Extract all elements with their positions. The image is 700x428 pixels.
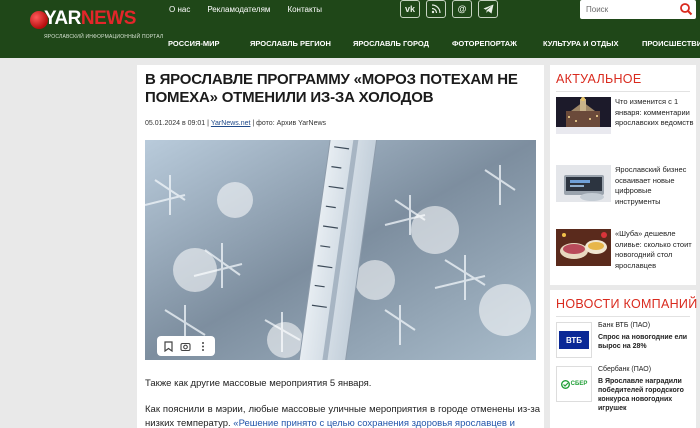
search-icon[interactable] [679,2,693,16]
sber-logo: СБЕР [556,366,592,402]
divider [556,316,690,317]
social-links: vk @ [400,0,498,18]
site-header: YARNEWS ЯРОСЛАВСКИЙ ИНФОРМАЦИОННЫЙ ПОРТА… [0,0,700,58]
news-thumbnail [556,97,611,134]
article-date: 05.01.2024 в 09:01 [145,120,206,127]
article-paragraph-2: Как пояснили в мэрии, любые массовые ули… [145,404,540,428]
news-headline: Ярославский бизнес осваивает новые цифро… [615,165,687,206]
vtb-logo: ВТБ [556,322,592,358]
top-links: О нас Рекламодателям Контакты [169,5,322,14]
nav-photo-report[interactable]: ФОТОРЕПОРТАЖ [452,39,517,48]
frost-thermometer-image [145,140,536,360]
news-headline: Что изменится с 1 января: комментарии яр… [615,97,694,127]
nav-yaroslavl-region[interactable]: ЯРОСЛАВЛЬ РЕГИОН [250,39,331,48]
rss-icon[interactable] [426,0,446,18]
top-link-contacts[interactable]: Контакты [287,5,322,14]
article-title: В ЯРОСЛАВЛЕ ПРОГРАММУ «МОРОЗ ПОТЕХАМ НЕ … [145,71,518,106]
actual-title: АКТУАЛЬНОЕ [556,72,642,86]
news-item[interactable]: Что изменится с 1 января: комментарии яр… [556,97,694,137]
article: В ЯРОСЛАВЛЕ ПРОГРАММУ «МОРОЗ ПОТЕХАМ НЕ … [137,65,544,428]
bookmark-icon[interactable] [163,340,175,352]
photo-toolbar [157,336,215,356]
nav-incidents[interactable]: ПРОИСШЕСТВИЯ [642,39,700,48]
company-name: Банк ВТБ (ПАО) [598,322,651,329]
article-meta: 05.01.2024 в 09:01 | YarNews.net | фото:… [145,120,327,127]
article-paragraph-1: Также как другие массовые мероприятия 5 … [145,378,372,389]
divider [556,91,690,92]
quote-link[interactable]: «Решение принято с целью сохранения здор… [233,418,515,428]
company-headline: В Ярославле наградили победителей городс… [598,378,684,412]
search-box[interactable]: Поиск [580,0,696,19]
search-input[interactable]: Поиск [586,5,608,14]
news-thumbnail [556,165,611,202]
logo-tagline: ЯРОСЛАВСКИЙ ИНФОРМАЦИОННЫЙ ПОРТАЛ [44,34,164,40]
source-link[interactable]: YarNews.net [211,120,251,127]
company-name: Сбербанк (ПАО) [598,366,652,373]
site-logo[interactable]: YARNEWS ЯРОСЛАВСКИЙ ИНФОРМАЦИОННЫЙ ПОРТА… [30,8,163,48]
company-news-item[interactable]: СБЕР Сбербанк (ПАО) В Ярославле наградил… [556,366,694,412]
news-item[interactable]: «Шуба» дешевле оливье: сколько стоит нов… [556,229,694,270]
news-headline: «Шуба» дешевле оливье: сколько стоит нов… [615,229,692,270]
nav-yaroslavl-city[interactable]: ЯРОСЛАВЛЬ ГОРОД [353,39,429,48]
lens-icon[interactable] [180,340,192,352]
sidebar-actual: АКТУАЛЬНОЕ Что изменится с 1 января: ком… [550,65,696,285]
telegram-icon[interactable] [478,0,498,18]
news-item[interactable]: Ярославский бизнес осваивает новые цифро… [556,165,694,206]
email-icon[interactable]: @ [452,0,472,18]
vk-icon[interactable]: vk [400,0,420,18]
news-thumbnail [556,229,611,266]
photo-credit: фото: Архив YarNews [256,120,327,127]
logo-wordmark: YARNEWS [44,8,136,29]
top-link-about[interactable]: О нас [169,5,190,14]
more-icon[interactable] [197,340,209,352]
company-headline: Спрос на новогодние ели вырос на 28% [598,334,688,350]
nav-russia-world[interactable]: РОССИЯ-МИР [168,39,220,48]
nav-culture[interactable]: КУЛЬТУРА И ОТДЫХ [543,39,619,48]
article-photo [145,140,536,360]
sidebar-companies: НОВОСТИ КОМПАНИЙ ВТБ Банк ВТБ (ПАО) Спро… [550,290,698,428]
company-news-item[interactable]: ВТБ Банк ВТБ (ПАО) Спрос на новогодние е… [556,322,694,362]
top-link-advertisers[interactable]: Рекламодателям [207,5,270,14]
companies-title: НОВОСТИ КОМПАНИЙ [556,297,698,311]
